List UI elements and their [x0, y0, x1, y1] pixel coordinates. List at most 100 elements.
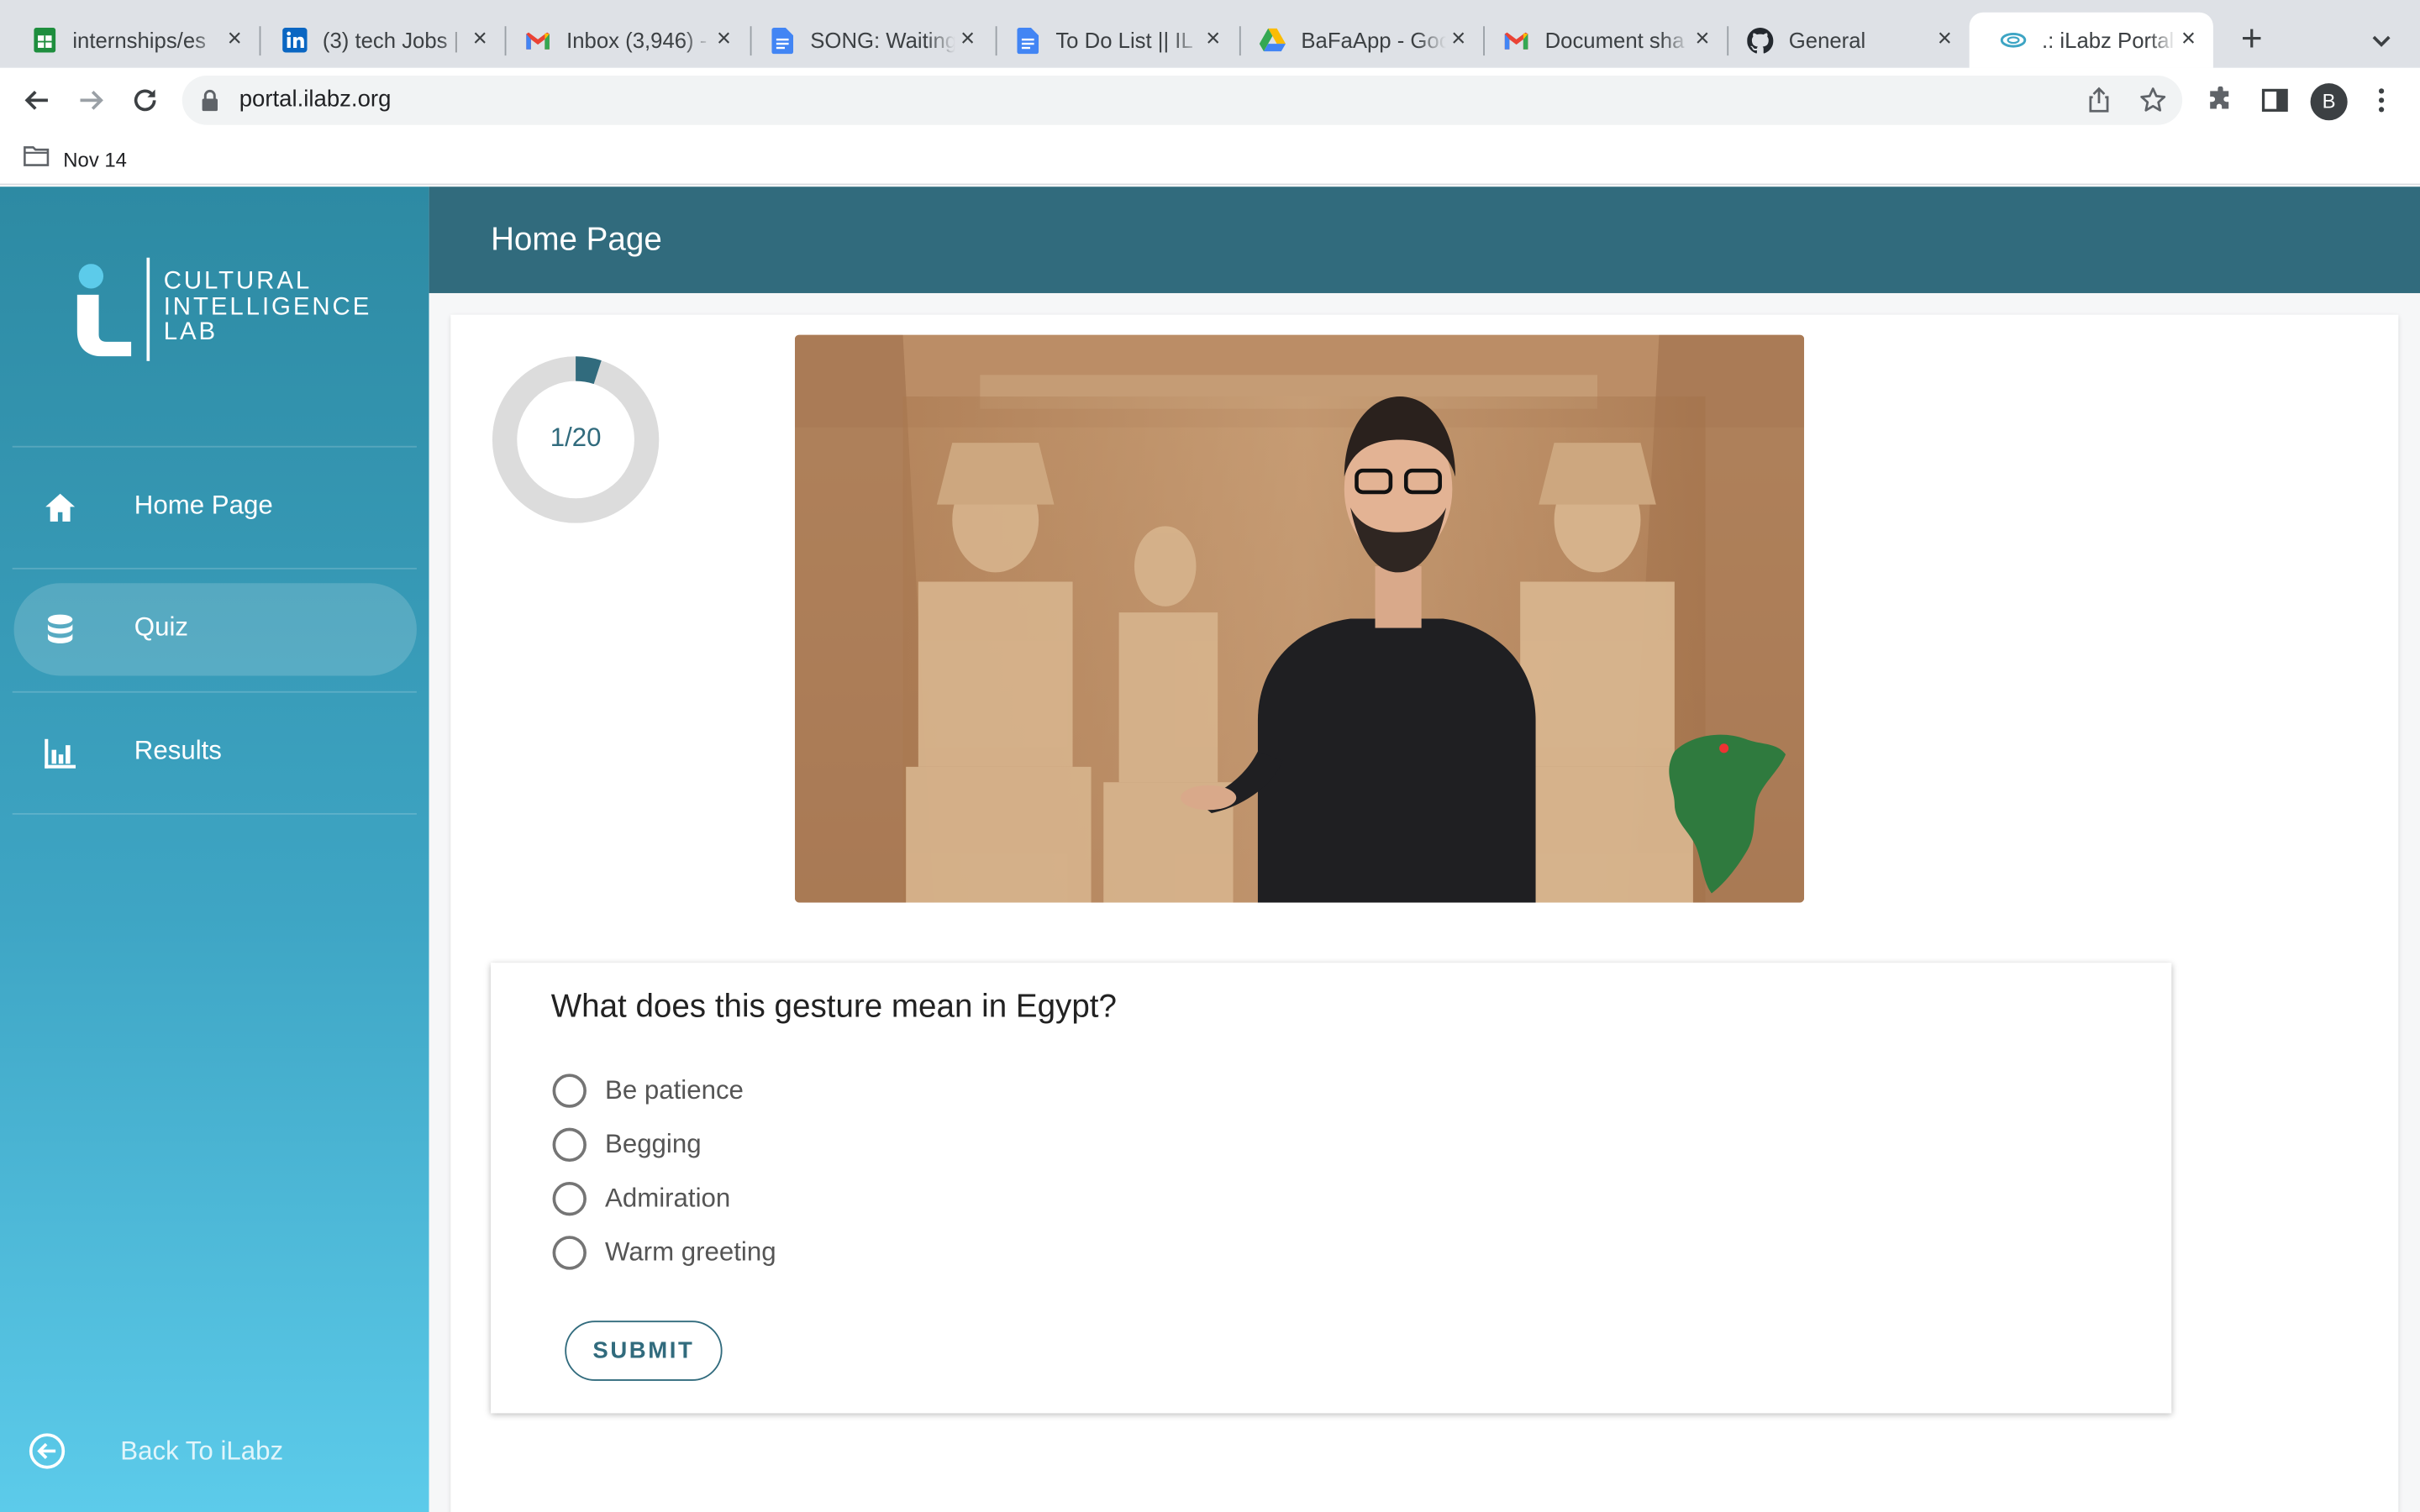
browser-tab[interactable]: Inbox (3,946) - × [494, 13, 749, 68]
close-icon[interactable]: × [712, 27, 736, 52]
browser-tab[interactable]: (3) tech Jobs | × [250, 13, 505, 68]
browser-tab-active[interactable]: .: iLabz Portal × [1969, 12, 2213, 68]
address-bar[interactable]: portal.ilabz.org [182, 76, 2183, 125]
tab-title: SONG: Waiting [810, 28, 955, 53]
browser-tab[interactable]: To Do List || IL × [983, 13, 1238, 68]
tab-title: General [1788, 28, 1866, 53]
page-header: Home Page [429, 186, 2420, 293]
sidebar-divider [12, 812, 417, 815]
answer-option[interactable]: Admiration [552, 1179, 731, 1219]
radio-button[interactable] [552, 1074, 587, 1108]
tab-title: Document sha [1544, 28, 1685, 53]
tab-title: .: iLabz Portal [2042, 28, 2175, 53]
sidebar-item-label: Home Page [134, 491, 273, 520]
sidebar-divider [12, 445, 417, 448]
url-text[interactable]: portal.ilabz.org [239, 87, 392, 113]
radio-button[interactable] [552, 1127, 587, 1163]
sidebar: CULTURAL INTELLIGENCE LAB Home Page Quiz [0, 186, 429, 1512]
tab-title: (3) tech Jobs | [322, 28, 460, 53]
close-icon[interactable]: × [222, 27, 246, 52]
close-icon[interactable]: × [1690, 27, 1714, 52]
ilabz-logo-mark [76, 264, 132, 357]
forward-arrow-icon[interactable] [72, 81, 109, 118]
question-text: What does this gesture mean in Egypt? [550, 989, 1117, 1025]
profile-avatar[interactable]: B [2310, 83, 2348, 121]
lock-icon[interactable] [201, 89, 219, 112]
back-arrow-icon[interactable] [18, 81, 55, 118]
cultural-intelligence-lab-logo[interactable]: CULTURAL INTELLIGENCE LAB [74, 257, 382, 366]
browser-tab[interactable]: internships/es × [0, 13, 260, 68]
radio-button[interactable] [552, 1236, 587, 1270]
sidebar-divider [12, 690, 417, 693]
tab-title: Inbox (3,946) - [566, 28, 708, 53]
share-icon[interactable] [2085, 87, 2112, 114]
browser-tab[interactable]: SONG: Waiting × [738, 13, 992, 68]
logo-line: INTELLIGENCE [163, 293, 372, 321]
answer-option[interactable]: Begging [552, 1125, 702, 1165]
google-sheets-icon [31, 27, 57, 53]
new-tab-button[interactable]: + [2233, 21, 2270, 60]
folder-icon [24, 145, 50, 175]
reload-icon[interactable] [127, 81, 164, 118]
browser-toolbar: portal.ilabz.org B [0, 67, 2420, 133]
sidebar-item-results[interactable]: Results [14, 706, 417, 799]
browser-tab[interactable]: Document sha × [1472, 13, 1727, 68]
close-icon[interactable]: × [2176, 27, 2201, 52]
sidebar-item-quiz[interactable]: Quiz [13, 583, 417, 676]
close-icon[interactable]: × [1446, 27, 1470, 52]
logo-line: LAB [163, 319, 218, 346]
logo-divider [146, 257, 150, 361]
sidebar-item-label: Results [134, 736, 222, 766]
question-card: What does this gesture mean in Egypt? Be… [491, 963, 2172, 1414]
quiz-progress-ring: 1/20 [491, 354, 660, 524]
browser-tab[interactable]: General × [1716, 13, 1969, 68]
star-icon[interactable] [2139, 87, 2167, 114]
answer-label: Begging [605, 1129, 702, 1159]
close-icon[interactable]: × [468, 27, 492, 52]
sidebar-divider [12, 567, 417, 570]
more-vertical-icon[interactable] [2370, 87, 2392, 118]
database-icon [43, 612, 76, 646]
chevron-down-icon[interactable] [2368, 26, 2396, 54]
answer-label: Be patience [605, 1075, 744, 1105]
google-docs-icon [769, 27, 795, 54]
home-icon [43, 491, 76, 524]
close-icon[interactable]: × [1933, 27, 1957, 52]
tab-strip: internships/es × (3) tech Jobs | × Inbox… [0, 0, 2420, 68]
arrow-left-circle-icon [28, 1431, 66, 1478]
back-to-ilabz-link[interactable]: Back To iLabz [28, 1431, 283, 1478]
answer-option[interactable]: Be patience [552, 1071, 744, 1111]
ilabz-icon [2000, 27, 2027, 53]
quiz-panel: 1/20 What does this gesture mean in Egyp… [450, 314, 2399, 1512]
tab-title: BaFaApp - Goo [1301, 28, 1447, 53]
google-drive-icon [1259, 27, 1286, 53]
linkedin-icon [281, 27, 307, 53]
bookmarks-bar: Nov 14 [0, 132, 2420, 186]
answer-label: Warm greeting [605, 1237, 776, 1267]
logo-text: CULTURAL INTELLIGENCE LAB [163, 268, 372, 346]
extensions-icon[interactable] [2207, 86, 2238, 118]
browser-tab[interactable]: BaFaApp - Goo × [1228, 13, 1483, 68]
logo-line: CULTURAL [163, 268, 313, 295]
sidebar-item-home-page[interactable]: Home Page [14, 461, 417, 554]
gesture-video[interactable] [794, 334, 1805, 903]
main-content: 1/20 What does this gesture mean in Egyp… [429, 292, 2420, 1512]
gmail-icon [524, 27, 550, 53]
submit-button[interactable]: SUBMIT [565, 1320, 723, 1381]
google-docs-icon [1014, 27, 1040, 54]
answer-label: Admiration [605, 1183, 731, 1213]
close-icon[interactable]: × [955, 27, 980, 52]
side-panel-icon[interactable] [2261, 87, 2292, 118]
tab-title: internships/es [72, 28, 207, 53]
bar-chart-icon [43, 736, 76, 769]
app-shell: CULTURAL INTELLIGENCE LAB Home Page Quiz [0, 186, 2420, 1512]
gmail-icon [1503, 27, 1529, 53]
page-title: Home Page [491, 222, 662, 258]
sidebar-item-label: Quiz [134, 612, 189, 643]
tab-title: To Do List || IL [1055, 28, 1193, 53]
bookmark-folder[interactable]: Nov 14 [24, 145, 127, 175]
close-icon[interactable]: × [1201, 27, 1225, 52]
radio-button[interactable] [552, 1181, 587, 1216]
answer-option[interactable]: Warm greeting [552, 1233, 776, 1273]
bookmark-label: Nov 14 [63, 148, 127, 171]
